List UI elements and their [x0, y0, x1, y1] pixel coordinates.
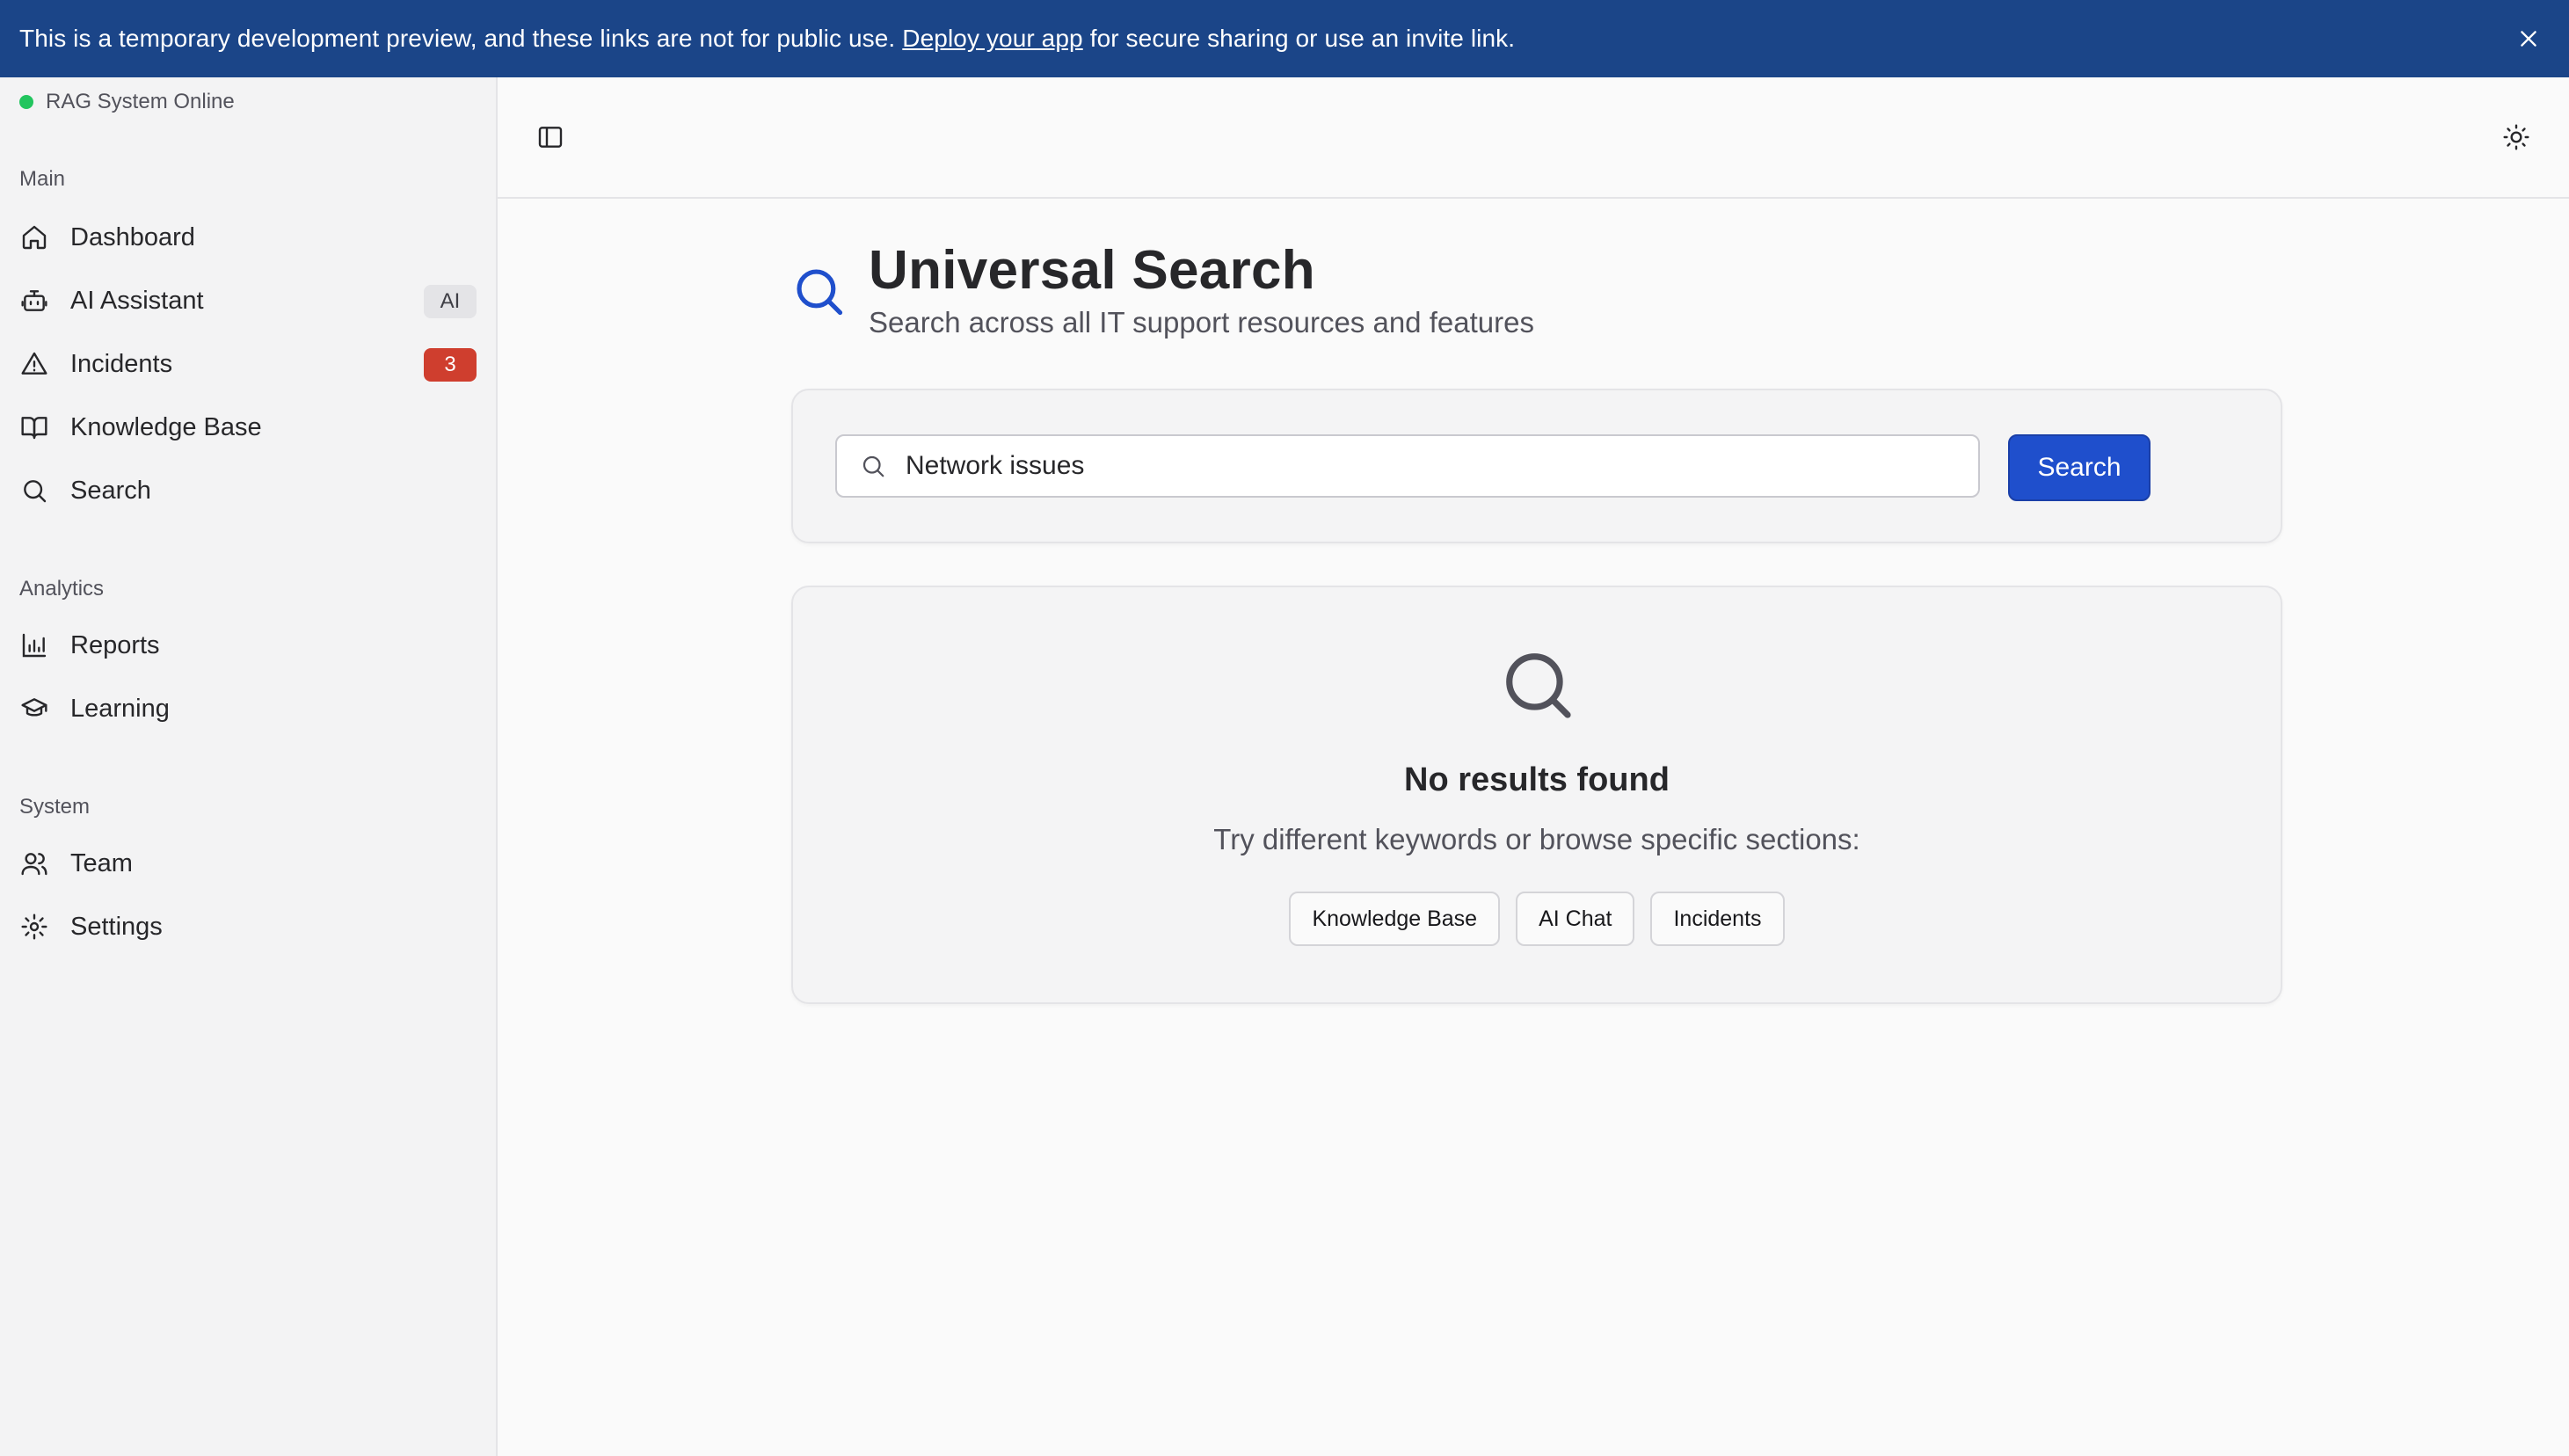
incident-count-badge: 3 [424, 348, 477, 382]
sidebar-item-label: Search [70, 476, 151, 505]
search-icon [858, 451, 888, 481]
graduation-cap-icon [19, 694, 49, 724]
search-icon [791, 264, 846, 318]
knowledge-base-chip[interactable]: Knowledge Base [1289, 892, 1501, 946]
empty-state-title: No results found [1404, 761, 1670, 798]
sidebar-item-knowledge-base[interactable]: Knowledge Base [11, 399, 477, 455]
sidebar-toggle-icon [538, 127, 563, 148]
results-card: No results found Try different keywords … [791, 586, 2282, 1004]
close-icon [2521, 31, 2536, 47]
sidebar-item-learning[interactable]: Learning [11, 681, 477, 737]
search-icon [1500, 647, 1576, 723]
search-input-wrapper [835, 434, 1980, 498]
group-label-main: Main [19, 167, 66, 191]
sidebar-item-settings[interactable]: Settings [11, 899, 477, 955]
section-shortcuts: Knowledge Base AI Chat Incidents [793, 892, 2281, 946]
sidebar: RAG System Online Main Dashboard AI Assi… [0, 77, 498, 1456]
gear-icon [19, 912, 49, 942]
alert-triangle-icon [19, 349, 49, 379]
incidents-chip[interactable]: Incidents [1650, 892, 1785, 946]
toggle-sidebar-button[interactable] [533, 120, 568, 155]
banner-text-after: for secure sharing or use an invite link… [1089, 25, 1516, 52]
sidebar-item-dashboard[interactable]: Dashboard [11, 209, 477, 266]
system-status: RAG System Online [19, 84, 235, 120]
sidebar-item-label: Learning [70, 694, 170, 723]
sidebar-item-reports[interactable]: Reports [11, 617, 477, 673]
search-input[interactable] [906, 451, 1961, 481]
ai-badge: AI [424, 285, 477, 318]
sidebar-item-label: Reports [70, 630, 160, 659]
ai-chat-chip[interactable]: AI Chat [1516, 892, 1635, 946]
sun-icon [2503, 124, 2529, 150]
page-title: Universal Search [869, 240, 1315, 301]
sidebar-item-label: AI Assistant [70, 286, 204, 315]
book-open-icon [19, 412, 49, 442]
top-bar [498, 77, 2569, 199]
group-label-system: System [19, 795, 91, 819]
page-subtitle: Search across all IT support resources a… [869, 306, 1534, 339]
users-icon [19, 848, 49, 878]
bot-icon [19, 286, 49, 316]
sidebar-item-search[interactable]: Search [11, 462, 477, 519]
close-banner-button[interactable] [2513, 23, 2544, 55]
sidebar-item-label: Incidents [70, 349, 173, 378]
status-dot [19, 95, 33, 109]
status-label: RAG System Online [46, 90, 235, 113]
sidebar-item-label: Dashboard [70, 222, 195, 251]
search-icon [19, 476, 49, 506]
sidebar-item-incidents[interactable]: Incidents 3 [11, 336, 477, 392]
search-button[interactable]: Search [2008, 434, 2151, 501]
sidebar-item-label: Settings [70, 912, 163, 941]
group-label-analytics: Analytics [19, 577, 105, 601]
dev-preview-banner: This is a temporary development preview,… [0, 0, 2569, 77]
sidebar-item-label: Knowledge Base [70, 412, 262, 441]
sidebar-item-team[interactable]: Team [11, 835, 477, 892]
bar-chart-icon [19, 630, 49, 660]
deploy-app-link[interactable]: Deploy your app [902, 25, 1082, 53]
sidebar-item-label: Team [70, 848, 133, 877]
home-icon [19, 222, 49, 252]
banner-text: This is a temporary development preview,… [19, 25, 896, 52]
theme-toggle-button[interactable] [2499, 120, 2534, 155]
search-card: Search [791, 389, 2282, 543]
sidebar-item-ai-assistant[interactable]: AI Assistant AI [11, 273, 477, 329]
empty-state-subtitle: Try different keywords or browse specifi… [1213, 823, 1860, 855]
